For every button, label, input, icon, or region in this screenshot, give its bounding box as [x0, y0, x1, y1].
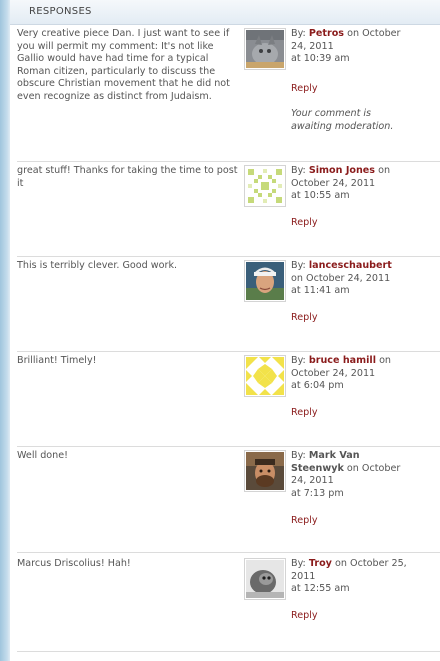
- avatar[interactable]: [244, 355, 286, 397]
- comment-meta: By: Simon Jones on October 24, 2011 at 1…: [291, 165, 409, 203]
- left-sidebar-strip: [0, 0, 10, 661]
- on-label: on: [346, 462, 359, 474]
- comment-text: Very creative piece Dan. I just want to …: [17, 28, 230, 102]
- by-label: By:: [291, 450, 306, 461]
- by-label: By:: [291, 355, 306, 366]
- reply-link[interactable]: Reply: [291, 610, 318, 621]
- comment-date: October 24, 2011: [291, 367, 376, 379]
- comment-text: great stuff! Thanks for taking the time …: [17, 165, 238, 189]
- comment-text: Marcus Driscolius! Hah!: [17, 558, 131, 569]
- reply-link[interactable]: Reply: [291, 83, 318, 94]
- comment-time: at 12:55 am: [291, 583, 350, 595]
- reply-link[interactable]: Reply: [291, 515, 318, 526]
- comment-text: This is terribly clever. Good work.: [17, 260, 178, 271]
- comment-text: Brilliant! Timely!: [17, 355, 97, 366]
- user-photo-avatar-icon: [246, 452, 284, 490]
- avatar[interactable]: [244, 260, 286, 302]
- comment-meta: By: lanceschaubert on October 24, 2011 a…: [291, 260, 409, 298]
- reply-link[interactable]: Reply: [291, 312, 318, 323]
- by-label: By:: [291, 558, 306, 569]
- comment-meta: By: Petros on October 24, 2011 at 10:39 …: [291, 28, 409, 66]
- reply-link[interactable]: Reply: [291, 407, 318, 418]
- divider: [17, 552, 440, 553]
- comment-date: October 24, 2011: [306, 272, 391, 284]
- avatar[interactable]: [244, 28, 286, 70]
- user-photo-avatar-icon: [246, 560, 284, 598]
- identicon-avatar-icon: [246, 357, 284, 395]
- by-label: By:: [291, 165, 306, 176]
- divider: [17, 256, 440, 257]
- by-label: By:: [291, 28, 306, 39]
- comment-time: at 10:55 am: [291, 190, 350, 202]
- comment-date: October 24, 2011: [291, 28, 401, 52]
- responses-header: RESPONSES: [10, 0, 440, 25]
- comment-text: Well done!: [17, 450, 68, 461]
- comment-meta: By: Mark Van Steenwyk on October 24, 201…: [291, 450, 409, 500]
- comment-time: at 10:39 am: [291, 53, 350, 65]
- comment-date: October 24, 2011: [291, 177, 376, 189]
- on-label: on: [291, 272, 303, 284]
- comment-author[interactable]: Troy: [309, 558, 332, 569]
- on-label: on: [378, 165, 391, 176]
- comment-time: at 6:04 pm: [291, 380, 344, 392]
- avatar[interactable]: [244, 558, 286, 600]
- identicon-avatar-icon: [246, 167, 284, 205]
- avatar[interactable]: [244, 165, 286, 207]
- section-title: RESPONSES: [29, 6, 92, 17]
- cat-avatar-icon: [246, 30, 284, 68]
- on-label: on: [347, 28, 360, 39]
- comment-author[interactable]: bruce hamill: [309, 355, 376, 366]
- comment-author[interactable]: Simon Jones: [309, 165, 375, 176]
- comment-author[interactable]: Petros: [309, 28, 344, 39]
- comment-meta: By: Troy on October 25, 2011 at 12:55 am: [291, 558, 409, 596]
- on-label: on: [379, 355, 392, 366]
- by-label: By:: [291, 260, 306, 271]
- divider: [17, 351, 440, 352]
- comment-time: at 11:41 am: [291, 285, 350, 297]
- reply-link[interactable]: Reply: [291, 217, 318, 228]
- moderation-notice: Your comment is awaiting moderation.: [291, 108, 394, 132]
- comment-author[interactable]: lanceschaubert: [309, 260, 392, 271]
- comment-time: at 7:13 pm: [291, 487, 344, 499]
- avatar[interactable]: [244, 450, 286, 492]
- divider: [17, 651, 440, 652]
- divider: [17, 446, 440, 447]
- comment-meta: By: bruce hamill on October 24, 2011 at …: [291, 355, 409, 393]
- divider: [17, 161, 440, 162]
- user-photo-avatar-icon: [246, 262, 284, 300]
- on-label: on: [335, 558, 347, 569]
